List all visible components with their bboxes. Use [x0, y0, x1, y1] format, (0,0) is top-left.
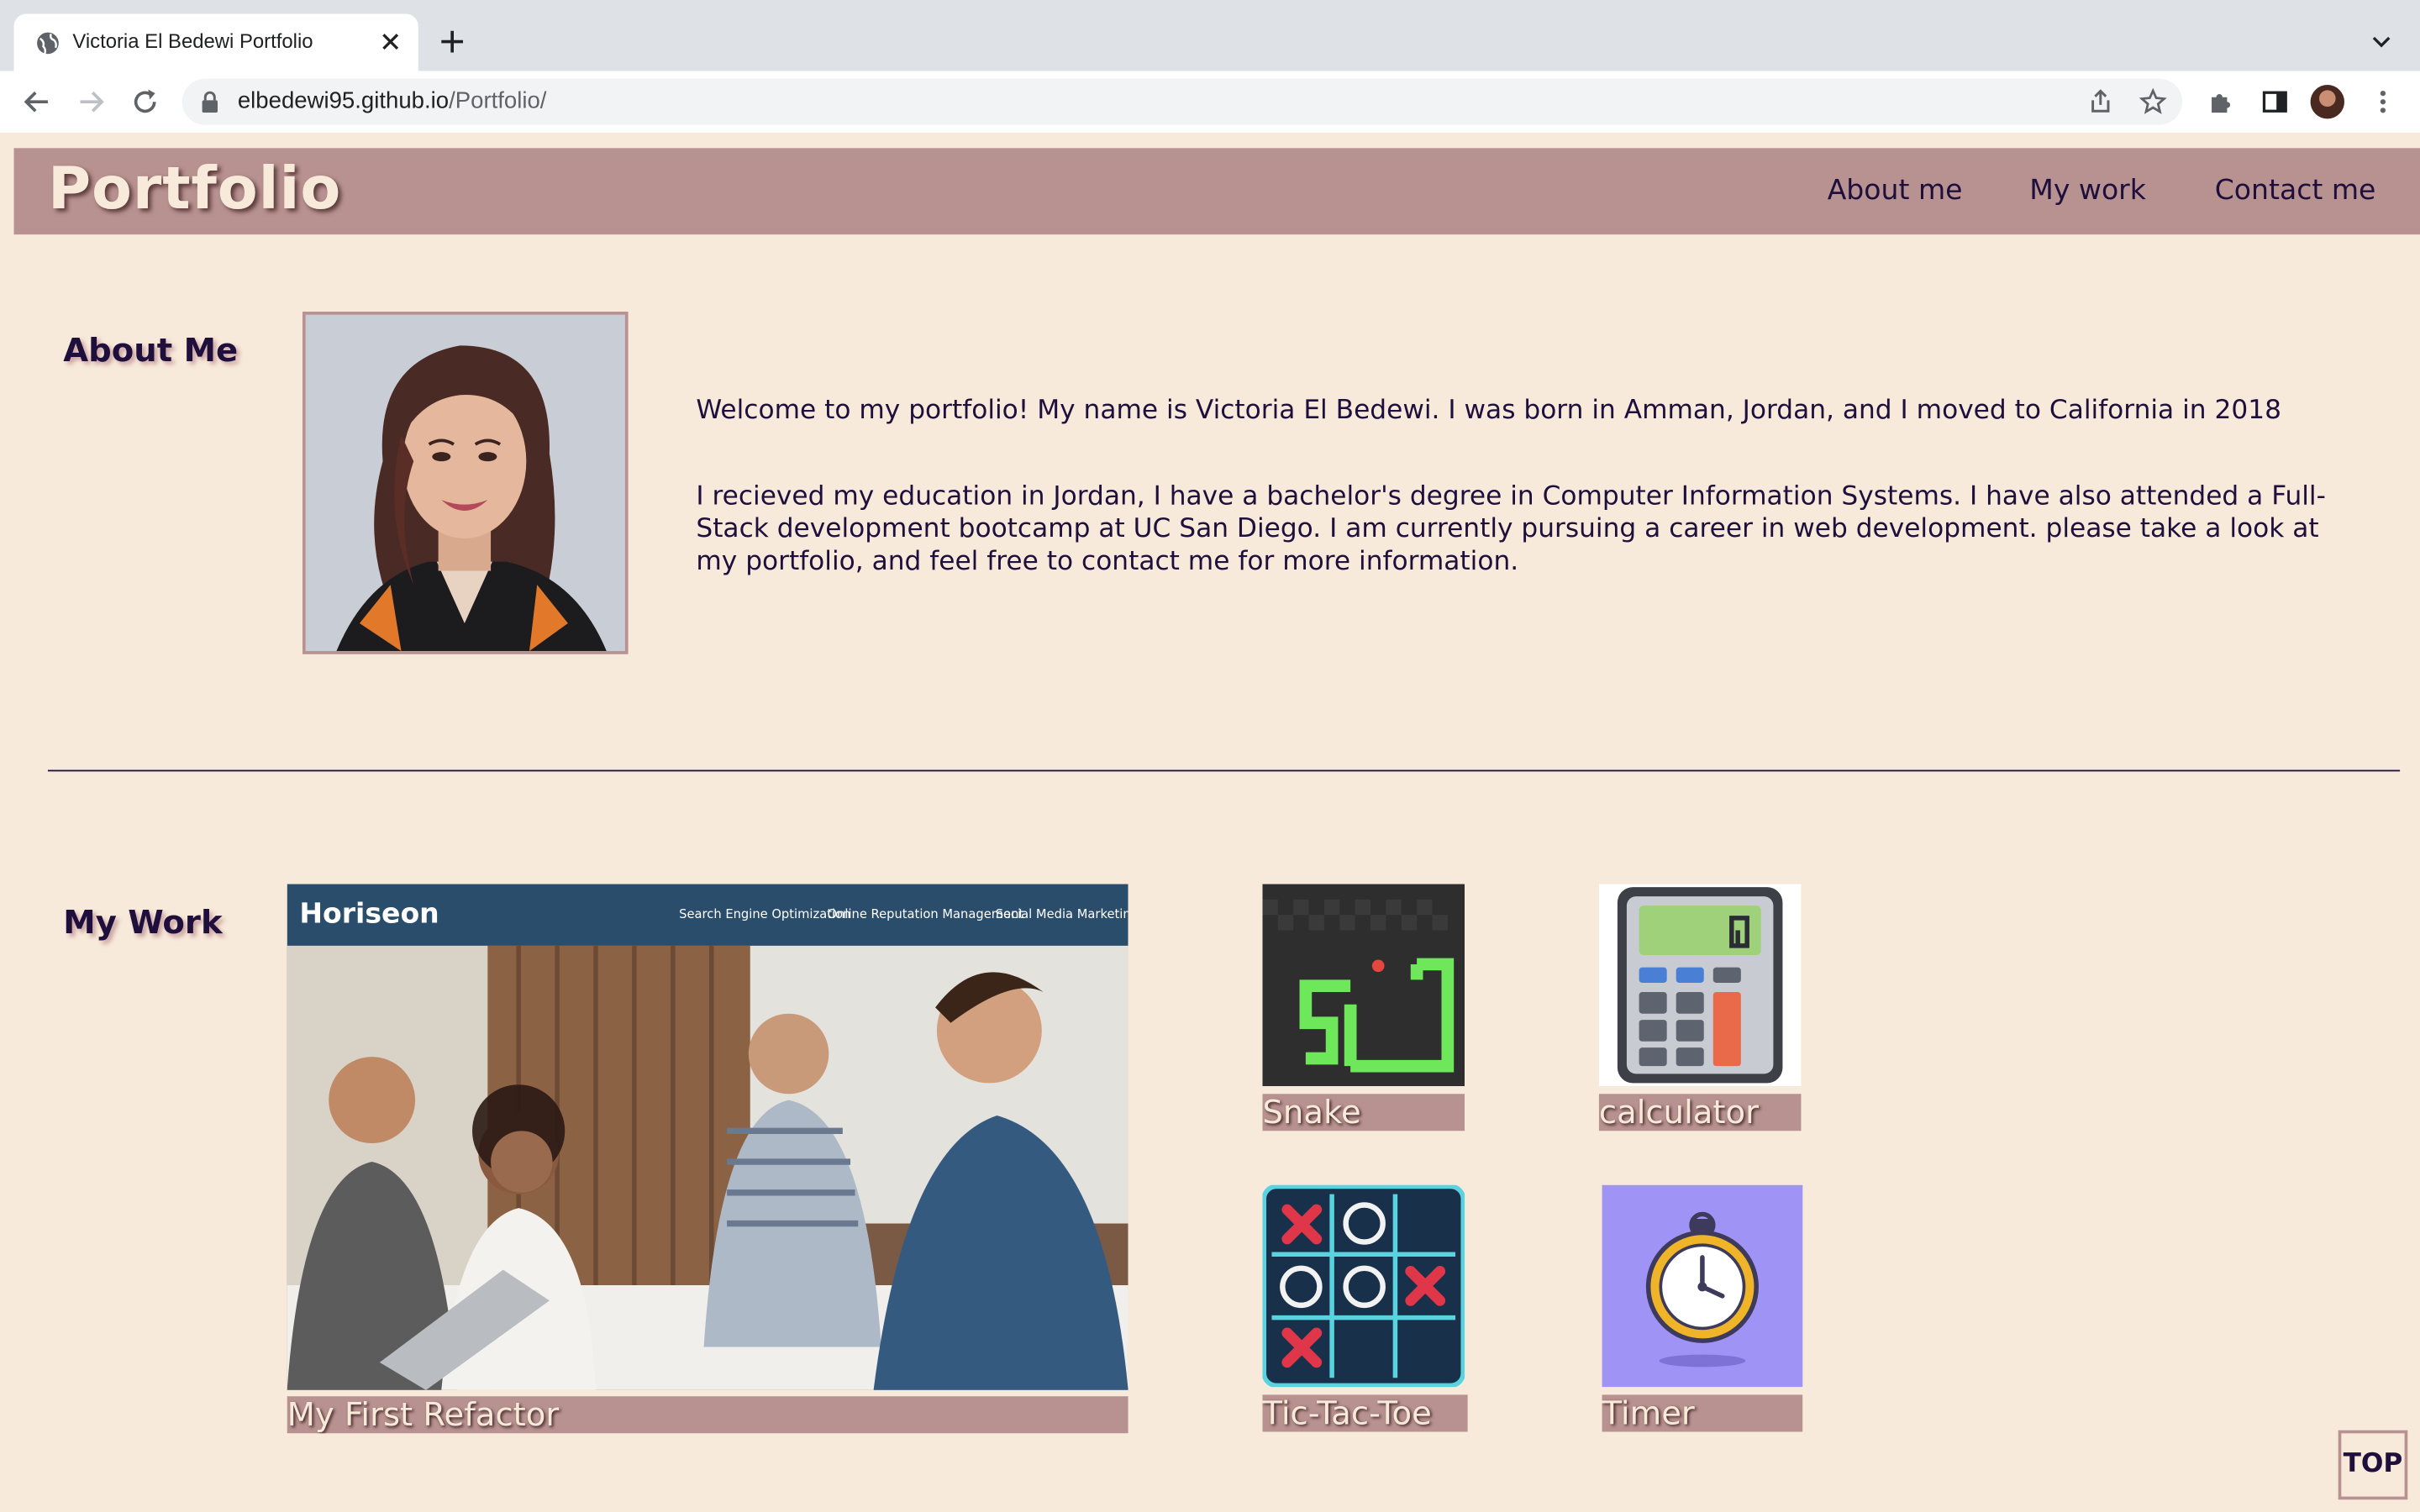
- bookmark-star-icon[interactable]: [2139, 87, 2167, 116]
- project-card-calculator[interactable]: calculator: [1598, 884, 1802, 1131]
- project-card-timer[interactable]: Timer: [1602, 1184, 1803, 1432]
- back-arrow-icon[interactable]: [22, 87, 53, 118]
- close-tab-icon[interactable]: [378, 29, 402, 54]
- horiseon-logo: Horiseon: [299, 897, 439, 931]
- site-brand: Portfolio: [47, 154, 342, 223]
- tic-tac-toe-thumbnail: [1262, 1184, 1465, 1388]
- site-header: Portfolio About me My work Contact me: [13, 148, 2420, 235]
- browser-tab[interactable]: Victoria El Bedewi Portfolio: [13, 13, 418, 71]
- profile-avatar[interactable]: [2310, 85, 2344, 119]
- browser-toolbar: elbedewi95.github.io/Portfolio/: [0, 71, 2420, 133]
- calculator-thumbnail: [1598, 884, 1802, 1087]
- tab-title: Victoria El Bedewi Portfolio: [72, 29, 313, 53]
- side-panel-icon[interactable]: [2261, 88, 2289, 116]
- lock-icon: [202, 91, 218, 113]
- nav-link-contact[interactable]: Contact me: [2215, 175, 2376, 207]
- project-thumbnail: [287, 884, 1128, 1390]
- about-paragraph-2: I recieved my education in Jordan, I hav…: [696, 481, 2326, 577]
- about-paragraph-1: Welcome to my portfolio! My name is Vict…: [696, 395, 2281, 426]
- nav-link-about[interactable]: About me: [1828, 175, 1963, 207]
- profile-photo: [302, 312, 629, 654]
- new-tab-icon[interactable]: [439, 28, 466, 55]
- work-heading: My Work: [63, 904, 223, 942]
- project-caption: Timer: [1602, 1394, 1803, 1432]
- horiseon-nav-1: Search Engine Optimization: [679, 907, 851, 921]
- extensions-puzzle-icon[interactable]: [2207, 88, 2235, 116]
- more-menu-icon[interactable]: [2369, 88, 2396, 116]
- project-caption: My First Refactor: [287, 1396, 1128, 1434]
- project-card-tic-tac-toe[interactable]: Tic-Tac-Toe: [1262, 1184, 1468, 1432]
- forward-arrow-icon[interactable]: [76, 87, 107, 118]
- page-content: Portfolio About me My work Contact me Ab…: [0, 132, 2420, 1512]
- horiseon-nav-3: Social Media Marketing: [995, 907, 1128, 921]
- project-caption: calculator: [1598, 1094, 1802, 1131]
- stopwatch-thumbnail: [1602, 1184, 1803, 1388]
- about-heading: About Me: [63, 331, 239, 369]
- snake-game-thumbnail: [1262, 884, 1465, 1087]
- back-to-top-button[interactable]: TOP: [2338, 1430, 2408, 1500]
- reload-icon[interactable]: [129, 87, 160, 118]
- share-icon[interactable]: [2086, 88, 2114, 116]
- address-bar[interactable]: elbedewi95.github.io/Portfolio/: [182, 78, 2183, 125]
- url-text: elbedewi95.github.io/Portfolio/: [237, 87, 547, 114]
- section-divider: [47, 769, 2401, 772]
- project-card-refactor[interactable]: Horiseon Search Engine Optimization Onli…: [287, 884, 1128, 1434]
- browser-tab-strip: Victoria El Bedewi Portfolio: [0, 0, 2420, 71]
- project-caption: Tic-Tac-Toe: [1262, 1394, 1468, 1432]
- project-card-snake[interactable]: Snake: [1262, 884, 1465, 1131]
- chevron-down-icon[interactable]: [2369, 29, 2393, 54]
- horiseon-nav-2: Online Reputation Management: [827, 907, 1024, 921]
- project-caption: Snake: [1262, 1094, 1465, 1131]
- nav-link-work[interactable]: My work: [2029, 175, 2146, 207]
- globe-icon: [37, 32, 59, 55]
